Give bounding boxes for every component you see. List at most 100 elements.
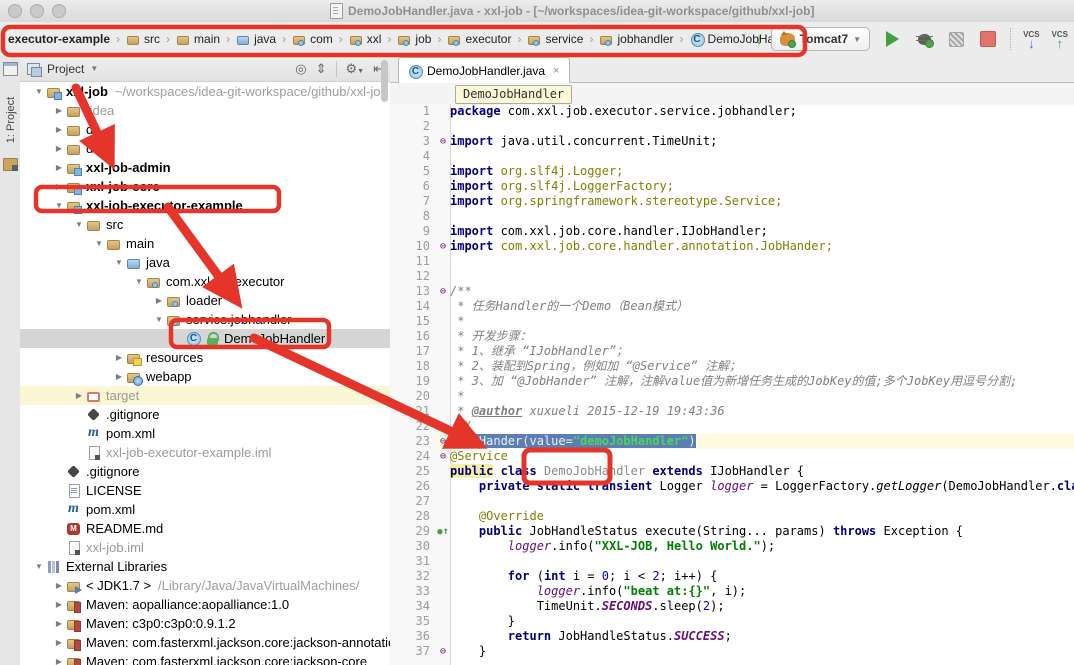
tree-row-< JDK1.7 >[interactable]: ▶< JDK1.7 >/Library/Java/JavaVirtualMach… <box>20 576 390 595</box>
tree-row-xxl-job[interactable]: ▼xxl-job~/workspaces/idea-git-workspace/… <box>20 82 390 101</box>
code-line-36[interactable]: 36 return JobHandleStatus.SUCCESS; <box>390 629 1074 644</box>
tree-row-xxl-job-admin[interactable]: ▶xxl-job-admin <box>20 158 390 177</box>
code-line-28[interactable]: 28 @Override <box>390 509 1074 524</box>
code-line-2[interactable]: 2 <box>390 119 1074 134</box>
code-line-9[interactable]: 9import com.xxl.job.core.handler.IJobHan… <box>390 224 1074 239</box>
tree-row-com.xxl.job.executor[interactable]: ▼com.xxl.job.executor <box>20 272 390 291</box>
code-lines[interactable]: 1package com.xxl.job.executor.service.jo… <box>390 104 1074 665</box>
expand-arrow[interactable]: ▶ <box>112 353 126 362</box>
tree-row-webapp[interactable]: ▶webapp <box>20 367 390 386</box>
collapse-all-icon[interactable]: ⇕ <box>316 61 327 77</box>
code-line-4[interactable]: 4 <box>390 149 1074 164</box>
tree-row-README.md[interactable]: README.md <box>20 519 390 538</box>
code-line-37[interactable]: 37⊖ } <box>390 644 1074 659</box>
tree-row-target[interactable]: ▶target <box>20 386 390 405</box>
code-line-1[interactable]: 1package com.xxl.job.executor.service.jo… <box>390 104 1074 119</box>
code-line-3[interactable]: 3⊖import java.util.concurrent.TimeUnit; <box>390 134 1074 149</box>
code-line-14[interactable]: 14 * 任务Handler的一个Demo（Bean模式） <box>390 299 1074 314</box>
tree-row-.gitignore[interactable]: .gitignore <box>20 405 390 424</box>
expand-arrow[interactable]: ▶ <box>52 163 66 172</box>
breadcrumb-item-executor[interactable]: executor <box>445 30 513 49</box>
expand-arrow[interactable]: ▶ <box>112 372 126 381</box>
fold-icon[interactable]: ⊖ <box>440 646 446 657</box>
tree-row-resources[interactable]: ▶resources <box>20 348 390 367</box>
breadcrumb-item-com[interactable]: com <box>290 30 335 49</box>
fold-icon[interactable]: ⊖ <box>440 136 446 147</box>
tree-row-xxl-job-executor-example.iml[interactable]: xxl-job-executor-example.iml <box>20 443 390 462</box>
code-line-18[interactable]: 18 * 2、装配到Spring，例如加 “@Service” 注解； <box>390 359 1074 374</box>
green-down-arrow-icon[interactable]: ↓ <box>755 31 763 48</box>
expand-arrow[interactable]: ▶ <box>52 144 66 153</box>
code-line-17[interactable]: 17 * 1、继承 “IJobHandler”； <box>390 344 1074 359</box>
coverage-button[interactable] <box>946 29 966 49</box>
tree-row-main[interactable]: ▼main <box>20 234 390 253</box>
code-line-26[interactable]: 26 private static transient Logger logge… <box>390 479 1074 494</box>
tree-row-.gitignore[interactable]: .gitignore <box>20 462 390 481</box>
tool-window-icon[interactable] <box>3 62 18 76</box>
code-line-27[interactable]: 27 <box>390 494 1074 509</box>
tree-scrollbar[interactable] <box>381 60 388 102</box>
tree-row-.idea[interactable]: ▶.idea <box>20 101 390 120</box>
expand-arrow[interactable]: ▶ <box>52 581 66 590</box>
code-line-34[interactable]: 34 TimeUnit.SECONDS.sleep(2); <box>390 599 1074 614</box>
expand-arrow[interactable]: ▶ <box>152 296 166 305</box>
tree-row-pom.xml[interactable]: pom.xml <box>20 500 390 519</box>
fold-icon[interactable]: ⊖ <box>440 451 446 462</box>
code-line-11[interactable]: 11 <box>390 254 1074 269</box>
minimize-button[interactable] <box>30 4 44 18</box>
code-line-20[interactable]: 20 * <box>390 389 1074 404</box>
tree-row-LICENSE[interactable]: LICENSE <box>20 481 390 500</box>
project-folder-icon[interactable] <box>3 158 18 171</box>
expand-arrow[interactable]: ▼ <box>92 239 106 248</box>
code-line-23[interactable]: 23⊖@JobHander(value="demoJobHandler") <box>390 434 1074 449</box>
code-line-32[interactable]: 32 for (int i = 0; i < 2; i++) { <box>390 569 1074 584</box>
expand-arrow[interactable]: ▼ <box>32 562 46 571</box>
expand-arrow[interactable]: ▼ <box>32 87 46 96</box>
tree-row-xxl-job-core[interactable]: ▶xxl-job-core <box>20 177 390 196</box>
code-line-24[interactable]: 24⊖@Service <box>390 449 1074 464</box>
tree-row-doc[interactable]: ▶doc <box>20 139 390 158</box>
tree-row-src[interactable]: ▼src <box>20 215 390 234</box>
tree-row-loader[interactable]: ▶loader <box>20 291 390 310</box>
fold-icon[interactable]: ⊖ <box>440 436 446 447</box>
expand-arrow[interactable]: ▶ <box>52 638 66 647</box>
vcs-update-button[interactable]: VCS↓ <box>1023 30 1039 48</box>
close-tab-icon[interactable]: × <box>553 65 559 77</box>
tree-row-Maven: com.fasterxml.jackson.core:jackson-core[interactable]: ▶Maven: com.fasterxml.jackson.core:jacks… <box>20 652 390 665</box>
tree-row-Maven: aopalliance:aopalliance:1.0[interactable]: ▶Maven: aopalliance:aopalliance:1.0 <box>20 595 390 614</box>
intention-bulb-icon[interactable] <box>456 420 469 433</box>
tree-row-DemoJobHandler[interactable]: DemoJobHandler <box>20 329 390 348</box>
breadcrumb-item-src[interactable]: src <box>124 30 162 49</box>
expand-arrow[interactable]: ▼ <box>152 315 166 324</box>
code-line-33[interactable]: 33 logger.info("beat at:{}", i); <box>390 584 1074 599</box>
expand-arrow[interactable]: ▼ <box>52 201 66 210</box>
tree-row-Maven: com.fasterxml.jackson.core:jackson-annotations[interactable]: ▶Maven: com.fasterxml.jackson.core:jacks… <box>20 633 390 652</box>
gear-icon[interactable]: ⚙▼ <box>346 61 365 77</box>
fold-icon[interactable]: ⊖ <box>440 241 446 252</box>
chevron-down-icon[interactable]: ▼ <box>90 64 98 73</box>
tab-demojobhandler[interactable]: DemoJobHandler.java × <box>398 57 570 83</box>
expand-arrow[interactable]: ▶ <box>52 182 66 191</box>
code-line-30[interactable]: 30 logger.info("XXL-JOB, Hello World."); <box>390 539 1074 554</box>
code-line-6[interactable]: 6import org.slf4j.LoggerFactory; <box>390 179 1074 194</box>
expand-arrow[interactable]: ▶ <box>72 391 86 400</box>
expand-arrow[interactable]: ▶ <box>52 657 66 665</box>
project-toolwindow-button[interactable]: 1: Project <box>5 85 17 155</box>
tree-row-Maven: c3p0:c3p0:0.9.1.2[interactable]: ▶Maven: c3p0:c3p0:0.9.1.2 <box>20 614 390 633</box>
breadcrumb-item-jobhandler[interactable]: jobhandler <box>597 30 675 49</box>
debug-button[interactable] <box>914 29 934 49</box>
code-line-10[interactable]: 10⊖import com.xxl.job.core.handler.annot… <box>390 239 1074 254</box>
code-line-31[interactable]: 31 <box>390 554 1074 569</box>
code-line-22[interactable]: 22 */ <box>390 419 1074 434</box>
locate-icon[interactable]: ◎ <box>295 61 306 77</box>
expand-arrow[interactable]: ▶ <box>52 600 66 609</box>
close-button[interactable] <box>8 4 22 18</box>
code-line-15[interactable]: 15 * <box>390 314 1074 329</box>
breadcrumb-item-java[interactable]: java <box>234 30 278 49</box>
breadcrumb-item-xxl[interactable]: xxl <box>347 30 384 49</box>
code-line-21[interactable]: 21 * @author xuxueli 2015-12-19 19:43:36 <box>390 404 1074 419</box>
expand-arrow[interactable]: ▼ <box>132 277 146 286</box>
code-line-8[interactable]: 8 <box>390 209 1074 224</box>
vcs-commit-button[interactable]: VCS↑ <box>1052 30 1068 48</box>
run-configuration-selector[interactable]: Tomcat7 ▼ <box>771 27 870 51</box>
